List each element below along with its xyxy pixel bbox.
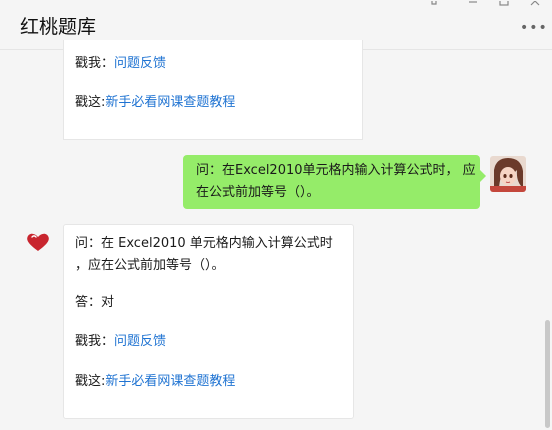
feedback-prefix: 戳我： xyxy=(75,56,115,71)
tutorial-link[interactable]: 新手必看网课查题教程 xyxy=(105,95,235,110)
bot-question: 问：在 Excel2010 单元格内输入计算公式时 ，应在公式前加等号（）。 xyxy=(75,233,333,277)
tutorial-row: 戳这:新手必看网课查题教程 xyxy=(75,371,235,393)
bot-answer: 答：对 xyxy=(75,295,115,310)
pin-icon[interactable] xyxy=(429,0,439,5)
close-icon[interactable] xyxy=(530,0,540,6)
bot-question-line2: ，应在公式前加等号（）。 xyxy=(75,258,225,273)
scrollbar[interactable] xyxy=(545,320,550,428)
avatar[interactable] xyxy=(490,156,526,192)
maximize-icon[interactable] xyxy=(499,0,509,6)
bot-message-bubble: 问：在 Excel2010 单元格内输入计算公式时 ，应在公式前加等号（）。 答… xyxy=(63,224,354,419)
heart-avatar-icon[interactable] xyxy=(26,232,50,252)
feedback-link[interactable]: 问题反馈 xyxy=(114,334,166,349)
more-dots-icon[interactable]: ••• xyxy=(520,20,548,36)
feedback-prefix: 戳我： xyxy=(75,334,115,349)
feedback-row: 戳我：问题反馈 xyxy=(75,331,166,353)
message-bubble: 戳我：问题反馈 戳这:新手必看网课查题教程 xyxy=(63,40,363,140)
feedback-link[interactable]: 问题反馈 xyxy=(114,56,166,71)
minimize-icon[interactable] xyxy=(468,0,478,3)
tutorial-prefix: 戳这: xyxy=(75,374,106,389)
chat-title: 红桃题库 xyxy=(20,16,97,38)
self-question-line1: 问：在Excel2010单元格内输入计算公式时， xyxy=(196,163,459,178)
self-message-bubble: 问：在Excel2010单元格内输入计算公式时， 应在公式前加等号（）。 xyxy=(183,155,486,209)
feedback-row: 戳我：问题反馈 xyxy=(75,53,166,75)
bot-question-line1: 问：在 Excel2010 单元格内输入计算公式时 xyxy=(75,236,333,251)
tutorial-row: 戳这:新手必看网课查题教程 xyxy=(75,92,235,114)
tutorial-link[interactable]: 新手必看网课查题教程 xyxy=(105,374,235,389)
tutorial-prefix: 戳这: xyxy=(75,95,106,110)
